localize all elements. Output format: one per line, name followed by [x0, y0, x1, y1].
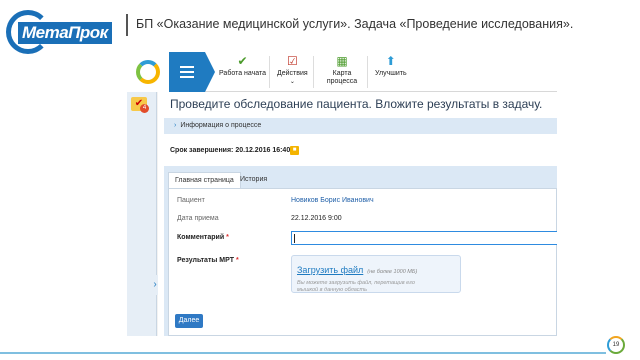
toolbar: ✔ Работа начата ☑ Действия ⌄ ▦ Карта про… [127, 52, 557, 92]
actions-check-icon: ☑ [286, 54, 298, 68]
slide-title: БП «Оказание медицинской услуги». Задача… [136, 17, 574, 31]
deadline-text: Срок завершения: 20.12.2016 16:40 [170, 147, 291, 154]
app-logo[interactable] [127, 52, 169, 92]
upload-limit: (не более 1000 МБ) [367, 269, 418, 275]
menu-arrow [205, 52, 215, 92]
process-map-icon: ▦ [336, 54, 348, 68]
patient-label: Пациент [177, 197, 205, 204]
toolbar-separator [269, 56, 270, 88]
chevron-down-icon: ⌄ [289, 79, 295, 85]
main-tab-panel: Пациент Новиков Борис Иванович Дата прие… [168, 188, 557, 336]
upload-file-link[interactable]: Загрузить файл [297, 265, 363, 275]
tab-history[interactable]: История [234, 172, 273, 188]
footer-line [0, 352, 606, 354]
header-divider [126, 14, 128, 36]
improve-label: Улучшить [375, 70, 407, 77]
comment-label: Комментарий * [177, 234, 229, 241]
slide: МетаПрок БП «Оказание медицинской услуги… [0, 0, 640, 360]
file-drop-zone[interactable]: Загрузить файл (не более 1000 МБ) Вы може… [291, 255, 461, 293]
app-logo-icon [136, 60, 160, 84]
work-started-label: Работа начата [219, 70, 267, 77]
calendar-icon[interactable]: ■ [290, 146, 299, 155]
process-info-toggle[interactable]: › Информация о процессе [164, 118, 557, 134]
hamburger-icon [180, 63, 194, 81]
page-number: 19 [607, 336, 625, 354]
required-mark: * [235, 257, 239, 264]
improve-button[interactable]: ⬆ Улучшить [375, 54, 407, 90]
chevron-right-icon: › [174, 122, 177, 129]
task-title: Проведите обследование пациента. Вложите… [170, 97, 543, 111]
upload-hint: Вы можете загрузить файл, перетащив его … [297, 280, 415, 293]
improve-arrow-icon: ⬆ [385, 54, 396, 68]
comment-label-text: Комментарий [177, 234, 225, 241]
patient-link[interactable]: Новиков Борис Иванович [291, 197, 374, 204]
mri-label: Результаты МРТ * [177, 257, 239, 264]
logo-text: МетаПрок [18, 22, 112, 44]
toolbar-separator [367, 56, 368, 88]
task-count-badge: 4 [140, 104, 149, 113]
app-window: ✔ Работа начата ☑ Действия ⌄ ▦ Карта про… [127, 52, 557, 336]
mri-label-text: Результаты МРТ [177, 257, 234, 264]
task-content: Проведите обследование пациента. Вложите… [158, 92, 557, 336]
sidebar: ✔ 4 › [127, 92, 161, 336]
text-caret [294, 234, 295, 243]
metaprok-logo: МетаПрок [6, 10, 112, 54]
comment-field[interactable] [291, 231, 557, 245]
date-label: Дата приема [177, 215, 219, 222]
tab-main[interactable]: Главная страница [168, 172, 241, 188]
actions-label: Действия [277, 70, 308, 77]
process-info-label: Информация о процессе [180, 122, 262, 129]
work-started-button[interactable]: ✔ Работа начата [219, 54, 266, 90]
check-start-icon: ✔ [237, 54, 248, 68]
tabs-area: Главная страница История Пациент Новиков… [164, 166, 557, 336]
process-map-label: Карта процесса [326, 70, 358, 85]
required-mark: * [226, 234, 229, 241]
toolbar-separator [313, 56, 314, 88]
process-map-button[interactable]: ▦ Карта процесса [325, 54, 359, 90]
next-button[interactable]: Далее [175, 314, 203, 328]
menu-button[interactable] [169, 52, 205, 92]
actions-button[interactable]: ☑ Действия ⌄ [277, 54, 308, 90]
date-value: 22.12.2016 9:00 [291, 215, 342, 222]
